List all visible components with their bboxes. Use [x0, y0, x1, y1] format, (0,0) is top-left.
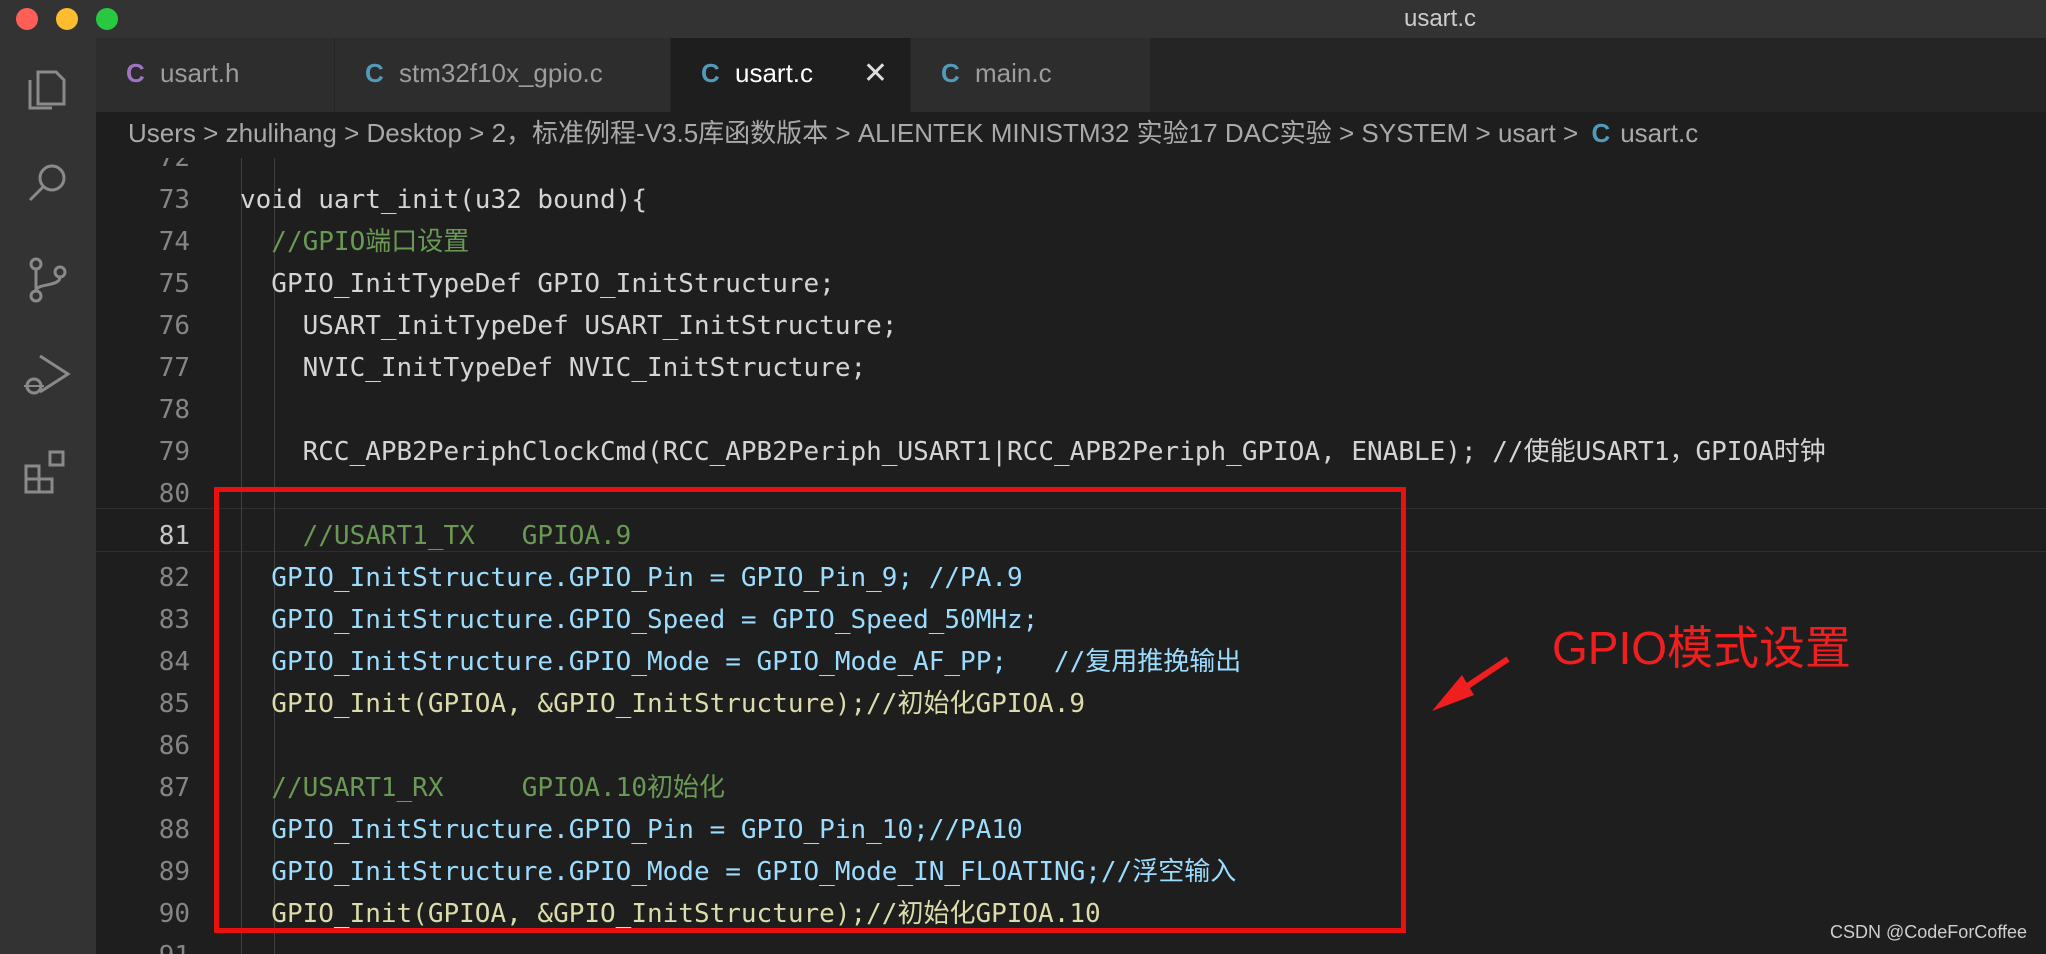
code-comment: //GPIO端口设置 [240, 227, 470, 257]
line-number: 91 [96, 935, 190, 954]
maximize-window-button[interactable] [96, 8, 118, 30]
code-line: 79 RCC_APB2PeriphClockCmd(RCC_APB2Periph… [96, 431, 2046, 473]
code-line: 77 NVIC_InitTypeDef NVIC_InitStructure; [96, 347, 2046, 389]
line-number: 85 [158, 689, 190, 719]
title-bar: usart.c [0, 0, 2046, 38]
code-line: 91 [96, 935, 2046, 954]
tab-label: usart.h [160, 58, 240, 88]
breadcrumb-system[interactable]: SYSTEM [1361, 118, 1468, 148]
tab-stm32f10x-gpio-c[interactable]: C stm32f10x_gpio.c [335, 38, 671, 112]
tab-usart-c[interactable]: C usart.c ✕ [671, 38, 911, 112]
c-file-icon: C [365, 58, 384, 88]
annotation-label: GPIO模式设置 [1552, 622, 1852, 674]
line-number: 87 [158, 773, 190, 803]
line-number: 72 [158, 158, 190, 173]
line-number: 90 [158, 899, 190, 929]
code-line: 78 [96, 389, 2046, 431]
code-line: 75 GPIO_InitTypeDef GPIO_InitStructure; [96, 263, 2046, 305]
code-line: 74 //GPIO端口设置 [96, 221, 2046, 263]
c-file-icon: C [126, 58, 145, 88]
line-number: 82 [158, 563, 190, 593]
line-number: 84 [158, 647, 190, 677]
breadcrumb-separator: > [203, 118, 219, 148]
breadcrumb: Users > zhulihang > Desktop > 2，标准例程-V3.… [96, 112, 2046, 158]
watermark: CSDN @CodeForCoffee [1830, 922, 2028, 942]
breadcrumb-separator: > [344, 118, 360, 148]
line-number: 79 [158, 437, 190, 467]
code-text: RCC_APB2PeriphClockCmd(RCC_APB2Periph_US… [240, 437, 1826, 467]
minimize-window-button[interactable] [56, 8, 78, 30]
breadcrumb-separator: > [469, 118, 485, 148]
line-number: 75 [158, 269, 190, 299]
close-tab-icon[interactable]: ✕ [863, 56, 888, 91]
line-number: 78 [158, 395, 190, 425]
editor-tab-bar: C usart.h C stm32f10x_gpio.c C usart.c ✕… [96, 38, 2046, 112]
activity-bar [0, 38, 96, 954]
breadcrumb-separator: > [835, 118, 851, 148]
line-number: 73 [158, 185, 190, 215]
c-file-icon: C [701, 58, 720, 88]
run-debug-icon[interactable] [20, 348, 76, 404]
line-number: 88 [158, 815, 190, 845]
extensions-icon[interactable] [20, 444, 76, 500]
breadcrumb-desktop[interactable]: Desktop [367, 118, 462, 148]
code-text: void uart_init(u32 bound){ [240, 185, 647, 215]
tab-label: stm32f10x_gpio.c [399, 58, 603, 88]
breadcrumb-users[interactable]: Users [128, 118, 196, 148]
line-number: 86 [158, 731, 190, 761]
files-icon[interactable] [20, 60, 76, 116]
line-number: 80 [158, 479, 190, 509]
highlight-box [214, 487, 1406, 933]
code-text: USART_InitTypeDef USART_InitStructure; [240, 311, 898, 341]
breadcrumb-examples-folder[interactable]: 2，标准例程-V3.5库函数版本 [492, 118, 829, 148]
tab-label: usart.c [735, 58, 814, 88]
line-number: 81 [158, 521, 190, 551]
window-title: usart.c [1403, 5, 1477, 32]
tab-main-c[interactable]: C main.c [911, 38, 1151, 112]
code-line: 76 USART_InitTypeDef USART_InitStructure… [96, 305, 2046, 347]
line-number: 76 [158, 311, 190, 341]
line-number: 74 [158, 227, 190, 257]
arrow-icon [1432, 656, 1510, 711]
code-line: 72 [96, 158, 2046, 179]
c-file-icon: C [1591, 118, 1611, 148]
breadcrumb-project-folder[interactable]: ALIENTEK MINISTM32 实验17 DAC实验 [858, 118, 1332, 148]
close-window-button[interactable] [16, 8, 38, 30]
code-text: NVIC_InitTypeDef NVIC_InitStructure; [240, 353, 867, 383]
breadcrumb-usart[interactable]: usart [1498, 118, 1556, 148]
c-file-icon: C [941, 58, 960, 88]
line-number: 83 [158, 605, 190, 635]
search-icon[interactable] [20, 156, 76, 212]
line-number: 77 [158, 353, 190, 383]
breadcrumb-zhulihang[interactable]: zhulihang [226, 118, 337, 148]
tab-label: main.c [975, 58, 1052, 88]
line-number: 89 [158, 857, 190, 887]
breadcrumb-separator: > [1475, 118, 1491, 148]
breadcrumb-separator: > [1563, 118, 1579, 148]
breadcrumb-file[interactable]: usart.c [1620, 118, 1698, 148]
tab-usart-h[interactable]: C usart.h [96, 38, 335, 112]
breadcrumb-separator: > [1338, 118, 1355, 148]
code-text: GPIO_InitTypeDef GPIO_InitStructure; [240, 269, 835, 299]
code-line: 73 void uart_init(u32 bound){ [96, 179, 2046, 221]
source-control-icon[interactable] [20, 252, 76, 308]
